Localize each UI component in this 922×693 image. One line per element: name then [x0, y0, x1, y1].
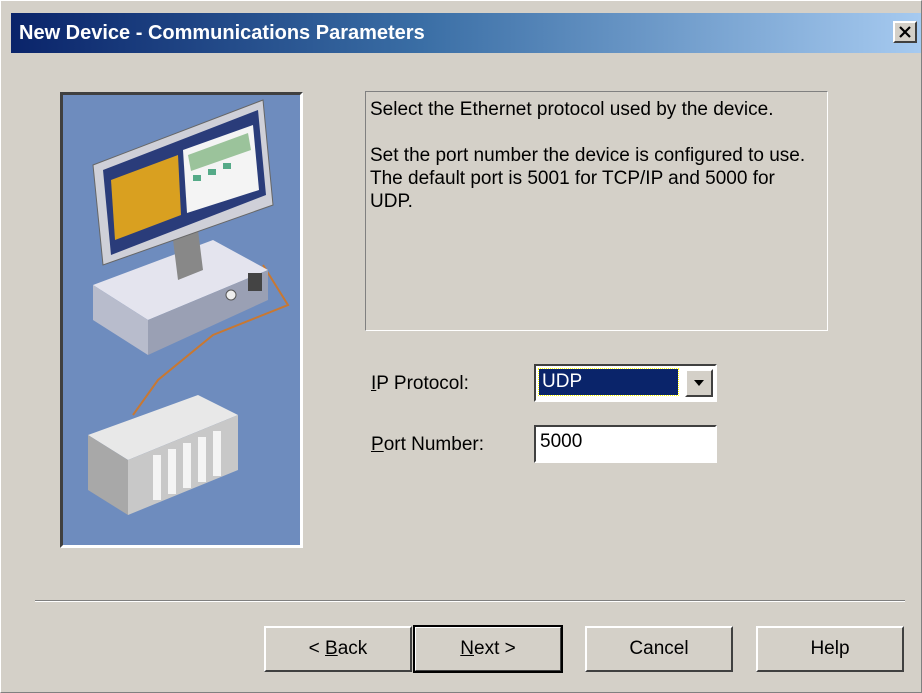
info-line-1: Select the Ethernet protocol used by the… — [370, 99, 774, 120]
window-title: New Device - Communications Parameters — [19, 22, 425, 44]
title-bar[interactable]: New Device - Communications Parameters — [11, 13, 921, 53]
computer-network-illustration — [63, 95, 300, 545]
cancel-button[interactable]: Cancel — [585, 626, 733, 672]
port-number-label: Port Number: — [371, 434, 484, 455]
port-number-input[interactable]: 5000 — [534, 425, 717, 463]
help-button[interactable]: Help — [756, 626, 904, 672]
device-illustration — [60, 92, 303, 548]
ip-protocol-selected-value: UDP — [538, 368, 679, 396]
next-button[interactable]: Next > — [413, 625, 563, 673]
close-button[interactable] — [893, 21, 917, 43]
ip-protocol-select[interactable]: UDP — [534, 364, 717, 402]
info-text-box: Select the Ethernet protocol used by the… — [365, 91, 828, 331]
separator — [35, 600, 905, 602]
close-icon — [899, 26, 911, 38]
info-line-2: Set the port number the device is config… — [370, 145, 806, 212]
chevron-down-icon — [694, 380, 704, 386]
ip-protocol-label: IP Protocol: — [371, 373, 469, 394]
dropdown-button[interactable] — [685, 369, 713, 397]
dialog-window: New Device - Communications Parameters S… — [0, 0, 922, 693]
back-button[interactable]: < Back — [264, 626, 412, 672]
